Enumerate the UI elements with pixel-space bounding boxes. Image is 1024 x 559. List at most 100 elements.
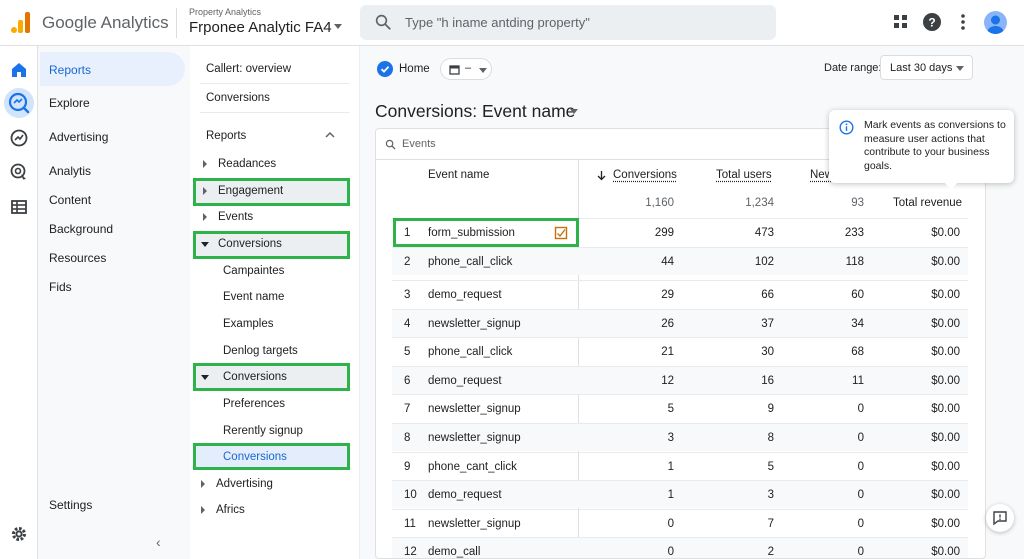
total-users-cell: 473 [754,227,774,239]
header-conversions[interactable]: Conversions [613,169,677,181]
subnav-conversions[interactable]: Conversions [206,92,270,104]
nav-item-content[interactable]: Content [49,193,91,207]
settings-icon[interactable] [9,524,29,544]
new-users-cell: 118 [845,256,864,268]
apps-icon[interactable] [891,12,911,32]
total-revenue-cell: $0.00 [931,318,960,330]
highlight-box [393,218,579,247]
subnav-section-title[interactable]: Reports [206,130,246,142]
event-name-cell[interactable]: newsletter_signup [428,403,521,415]
header-event-name[interactable]: Event name [428,169,489,181]
nav-item-advertising[interactable]: Advertising [49,130,108,144]
chevron-down-icon[interactable] [334,24,342,29]
header-divider [176,8,177,38]
subnav-overview[interactable]: Callert: overview [206,63,291,75]
row-index: 12 [404,546,417,558]
event-name-cell[interactable]: phone_cant_click [428,461,517,473]
table-icon[interactable] [9,197,29,217]
event-name-cell[interactable]: newsletter_signup [428,432,521,444]
date-range-select[interactable]: Last 30 days [880,55,973,80]
event-name-cell[interactable]: demo_call [428,546,480,558]
table-row[interactable]: 2 phone_call_click 44 102 118 $0.00 [392,247,968,275]
tree-item-readances[interactable]: Readances [218,158,276,170]
title-dropdown-icon[interactable] [570,109,578,114]
chevron-right-icon[interactable] [203,160,207,168]
table-row[interactable]: 11 newsletter_signup 0 7 0 $0.00 [392,509,968,537]
more-vert-icon[interactable] [953,12,973,32]
help-icon[interactable]: ? [922,12,942,32]
event-name-cell[interactable]: newsletter_signup [428,318,521,330]
search-icon [385,139,396,150]
search-input[interactable]: Type "h iname antding property" [360,5,776,40]
event-name-cell[interactable]: demo_request [428,375,502,387]
table-row[interactable]: 9 phone_cant_click 1 5 0 $0.00 [392,452,968,480]
table-row[interactable]: 7 newsletter_signup 5 9 0 $0.00 [392,394,968,422]
new-users-cell: 11 [852,375,864,387]
total-users-cell: 102 [754,256,774,268]
table-row[interactable]: 12 demo_call 0 2 0 $0.00 [392,537,968,558]
table-row[interactable]: 8 newsletter_signup 3 8 0 $0.00 [392,423,968,451]
feedback-button[interactable] [986,504,1014,532]
chevron-up-icon[interactable] [325,131,335,139]
total-revenue-cell: $0.00 [931,432,960,444]
total-revenue-cell: $0.00 [931,518,960,530]
nav-item-resources[interactable]: Resources [49,251,106,265]
header-total-users[interactable]: Total users [716,169,772,181]
chevron-right-icon[interactable] [203,213,207,221]
tree-item-africs[interactable]: Africs [216,504,245,516]
reports-icon[interactable] [4,88,34,118]
tree-item-recently-signup[interactable]: Rerently signup [223,425,303,437]
explore-icon[interactable] [9,128,29,148]
tree-item-advertising[interactable]: Advertising [216,478,273,490]
search-placeholder: Type "h iname antding property" [405,15,590,30]
header-total-revenue[interactable]: Total revenue [893,197,962,209]
conversions-cell: 12 [661,375,674,387]
tree-item-events[interactable]: Events [218,211,253,223]
home-icon[interactable] [9,60,29,80]
event-name-cell[interactable]: phone_call_click [428,346,512,358]
sort-arrow-down-icon[interactable] [597,170,606,181]
row-index: 8 [404,432,411,444]
event-name-cell[interactable]: newsletter_signup [428,518,521,530]
event-name-cell[interactable]: phone_call_click [428,256,512,268]
total-revenue-cell: $0.00 [931,375,960,387]
nav-item-explore[interactable]: Explore [49,96,90,110]
table-row[interactable]: 3 demo_request 29 66 60 $0.00 [392,280,968,308]
advertising-icon[interactable] [9,162,29,182]
row-index: 11 [404,518,416,530]
nav-item-background[interactable]: Background [49,222,113,236]
property-selector[interactable]: Frponee Analytic FA4 [189,19,332,36]
analytics-logo-icon[interactable] [10,11,32,33]
tree-item-examples[interactable]: Examples [223,318,274,330]
table-row[interactable]: 4 newsletter_signup 26 37 34 $0.00 [392,309,968,337]
tree-item-denlog-targets[interactable]: Denlog targets [223,345,298,357]
tree-item-campaintes[interactable]: Campaintes [223,265,284,277]
compare-dropdown[interactable]: – [440,58,492,80]
chevron-right-icon[interactable] [201,480,205,488]
nav-item-analytis[interactable]: Analytis [49,164,91,178]
conversions-tooltip: Mark events as conversions to measure us… [829,110,1014,190]
total-revenue-cell: $0.00 [931,461,960,473]
event-name-cell[interactable]: demo_request [428,489,502,501]
home-chip[interactable]: Home [377,59,430,79]
product-name[interactable]: Google Analytics [42,13,169,33]
chevron-right-icon[interactable] [201,506,205,514]
table-row[interactable]: 6 demo_request 12 16 11 $0.00 [392,366,968,394]
collapse-nav-icon[interactable]: ‹ [156,534,161,550]
row-index: 9 [404,461,411,473]
tree-item-event-name[interactable]: Event name [223,291,284,303]
date-range-value: Last 30 days [890,62,953,74]
table-row[interactable]: 5 phone_call_click 21 30 68 $0.00 [392,337,968,365]
avatar[interactable] [984,11,1007,34]
date-range-label: Date range: [824,62,882,74]
nav-item-reports[interactable]: Reports [49,63,91,77]
table-row[interactable]: 10 demo_request 1 3 0 $0.00 [392,480,968,508]
feedback-icon [993,511,1007,526]
total-revenue-cell: $0.00 [931,227,960,239]
subnav-divider [200,83,350,84]
nav-item-settings[interactable]: Settings [49,498,92,512]
tree-item-preferences[interactable]: Preferences [223,398,285,410]
nav-item-fids[interactable]: Fids [49,280,72,294]
conversions-cell: 0 [667,546,674,558]
event-name-cell[interactable]: demo_request [428,289,502,301]
